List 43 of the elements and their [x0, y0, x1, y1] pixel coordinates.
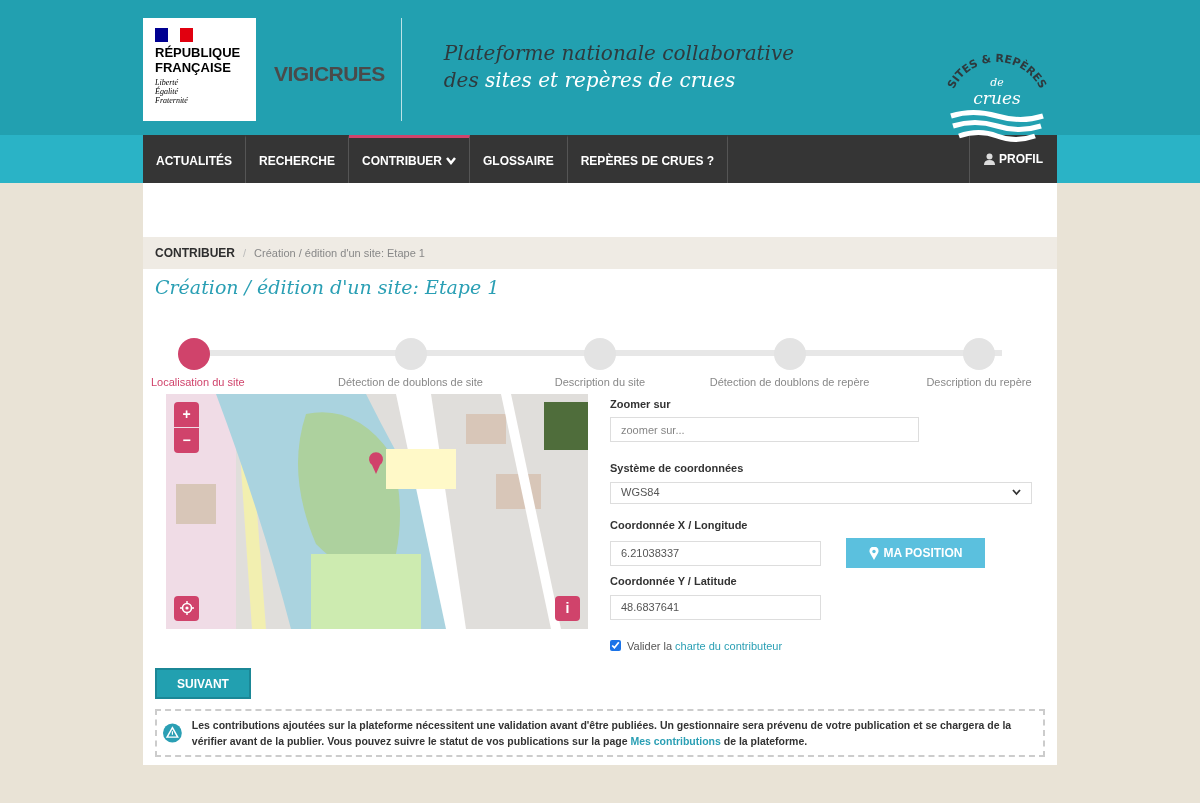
step-label: Détection de doublons de site	[338, 374, 483, 390]
breadcrumb-current: Création / édition d'un site: Etape 1	[254, 245, 425, 261]
flag-icon	[155, 28, 193, 42]
step-marker[interactable]	[394, 337, 427, 370]
charter-checkbox[interactable]	[610, 640, 621, 652]
republic-text: FRANÇAISE	[155, 60, 232, 75]
motto-text: Fraternité	[155, 96, 189, 105]
page-title: Création / édition d'un site: Etape 1	[155, 275, 501, 300]
chevron-down-icon	[1012, 489, 1021, 496]
zoom-in-button[interactable]: +	[174, 401, 199, 427]
step-label: Description du site	[554, 374, 646, 390]
field-label: Zoomer sur	[610, 396, 672, 412]
zoom-search-field[interactable]: zoomer sur...	[610, 417, 919, 442]
field-label: Système de coordonnées	[610, 461, 745, 476]
republique-francaise-logo[interactable]: RÉPUBLIQUE FRANÇAISE Liberté Égalité Fraternité	[143, 18, 256, 121]
nav-tab[interactable]: CONTRIBUER	[349, 135, 470, 183]
step-label: Détection de doublons de repère	[709, 374, 870, 390]
field-label: Coordonnée Y / Latitude	[610, 574, 738, 589]
republic-text: RÉPUBLIQUE	[155, 45, 242, 60]
tagline-text: des sites et repères de crues	[443, 67, 737, 94]
motto-text: Liberté	[155, 78, 180, 87]
map-pin-icon	[868, 546, 879, 560]
zoom-out-button[interactable]: −	[174, 427, 199, 453]
field-label: Coordonnée X / Longitude	[610, 517, 749, 533]
motto-text: Égalité	[155, 87, 180, 96]
notice-text: Les contributions ajoutées sur la plateforme nécessitent une validation avant d'être publiées. Un gestionnaire sera prévenu de votre publication et se chargera de la vérifier avant de la publier. Vous pouvez suivre le statut de vos publications sur la page Mes contributions de la plateforme.	[191, 718, 1013, 749]
step-marker[interactable]	[773, 337, 806, 370]
locate-button[interactable]	[174, 595, 199, 621]
step-marker[interactable]	[584, 337, 616, 370]
breadcrumb-link[interactable]: CONTRIBUER	[155, 244, 235, 262]
coordinate-system-select[interactable]: WGS84	[610, 481, 1032, 504]
step-marker[interactable]	[963, 337, 995, 370]
tagline-text: Plateforme nationale collaborative	[443, 40, 795, 67]
step-label: Description du repère	[926, 374, 1032, 390]
latitude-field[interactable]: 48.6837641	[610, 594, 821, 620]
step-label: Localisation du site	[151, 374, 245, 390]
charter-text: Valider la charte du contributeur	[627, 638, 783, 654]
longitude-field[interactable]: 6.21038337	[610, 540, 821, 566]
step-marker[interactable]	[178, 337, 210, 370]
crosshair-icon	[179, 601, 194, 615]
info-button[interactable]: i	[555, 595, 580, 621]
user-icon	[984, 153, 995, 165]
breadcrumb-separator: /	[243, 245, 247, 261]
